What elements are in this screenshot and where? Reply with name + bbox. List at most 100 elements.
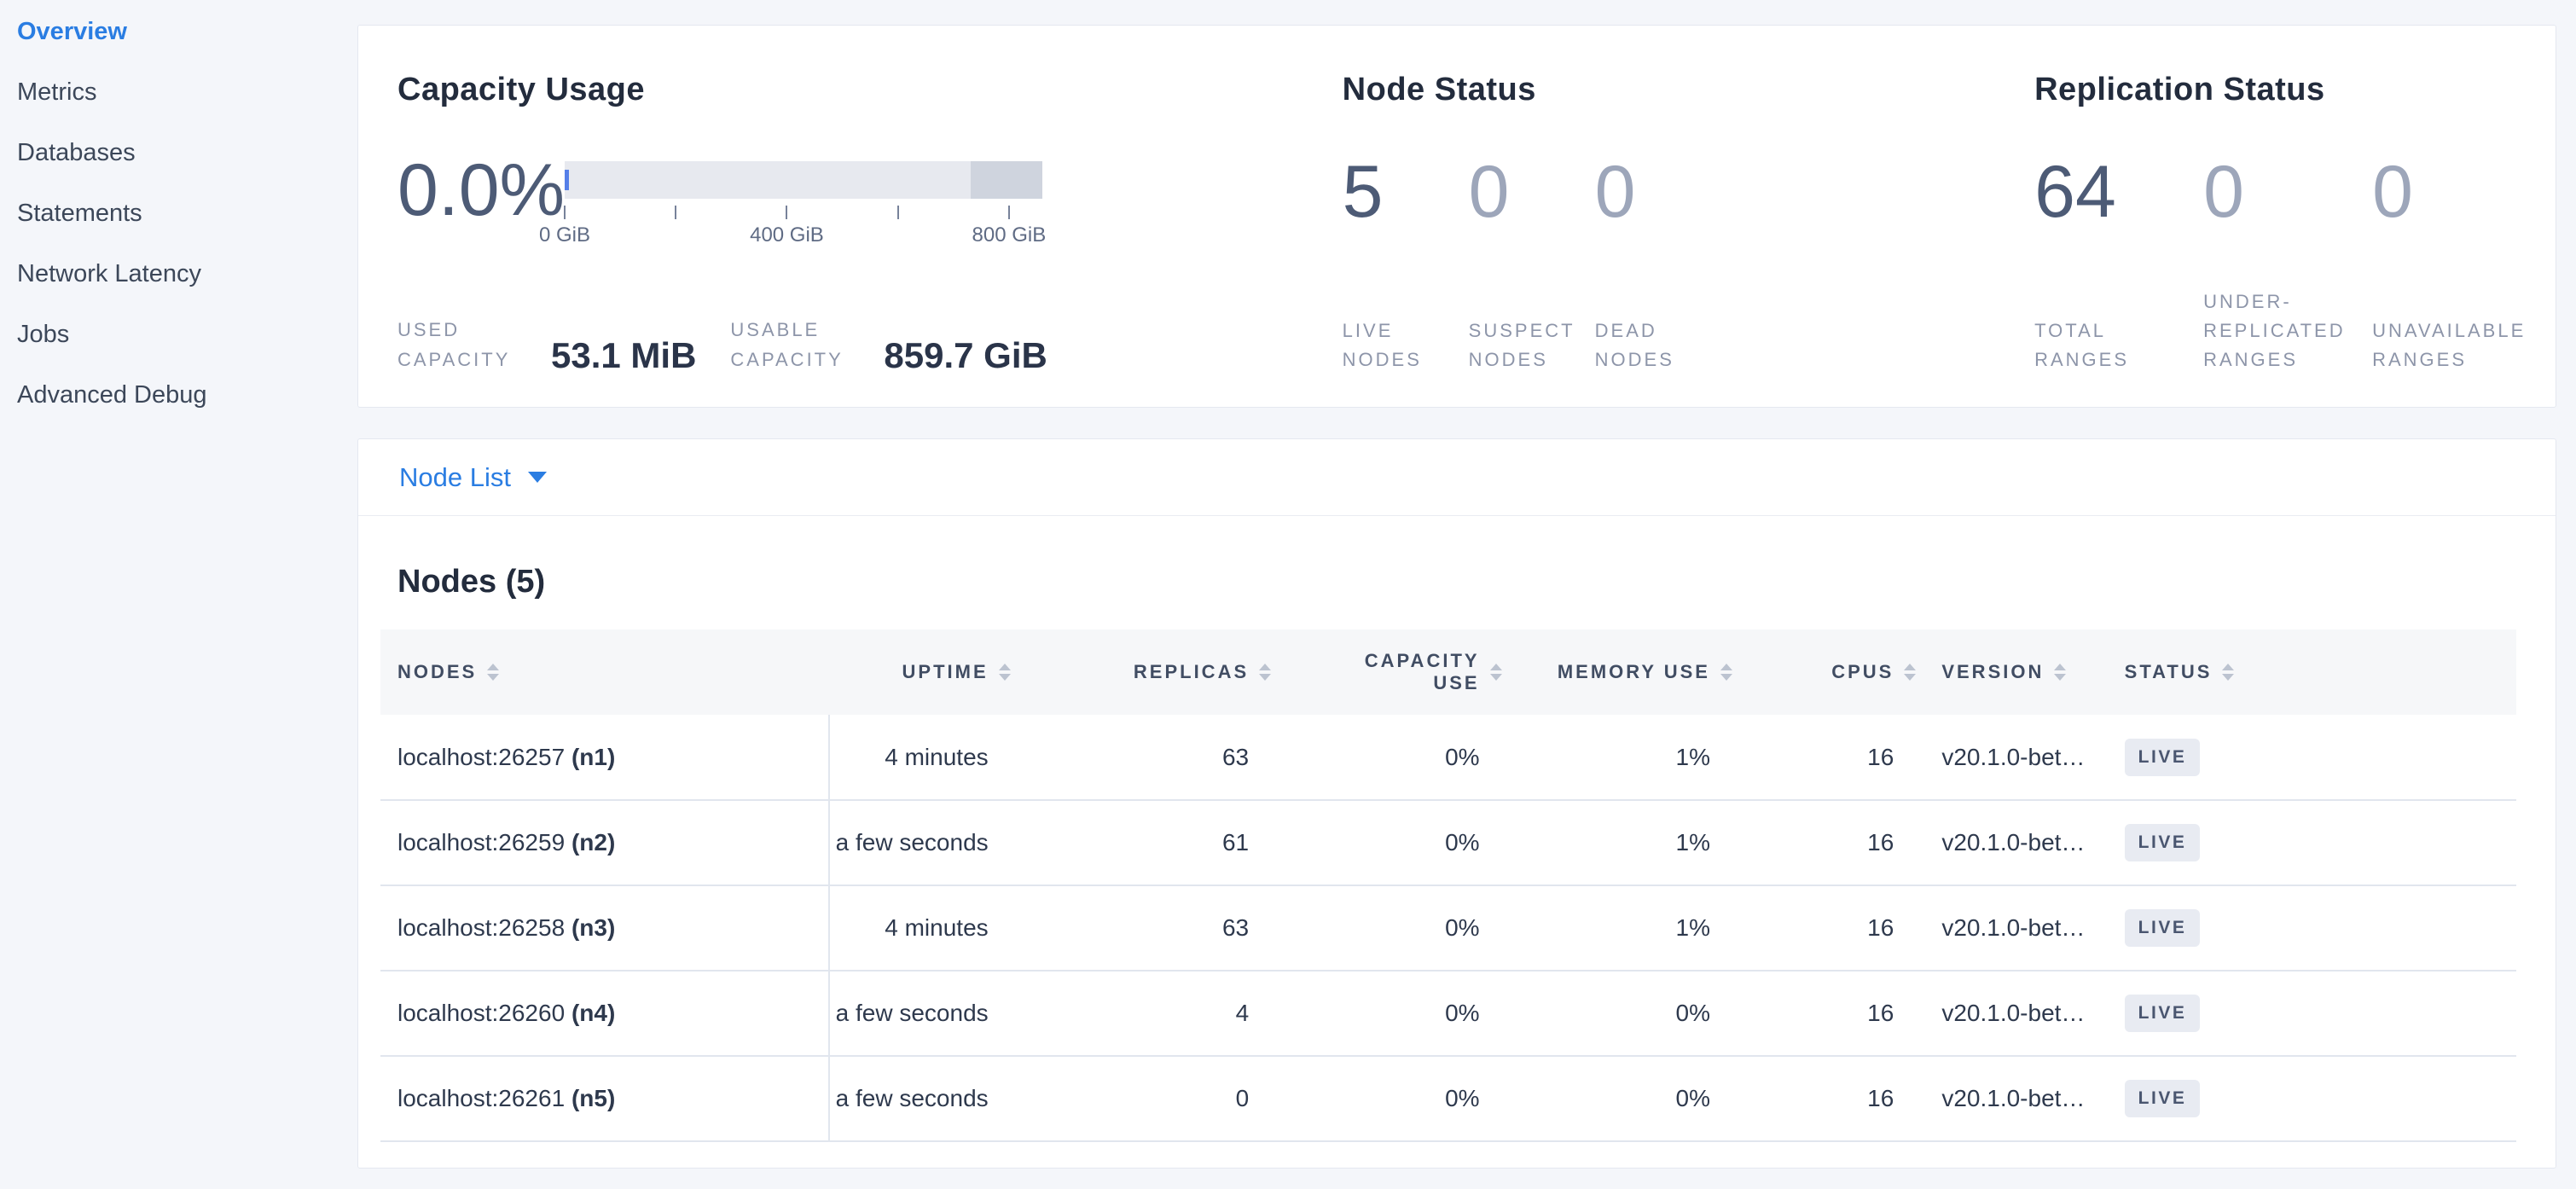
uptime-cell: 4 minutes [829, 885, 1011, 971]
version-cell: v20.1.0-bet… [1916, 800, 2103, 885]
status-badge: LIVE [2125, 739, 2201, 776]
sidebar-item-network-latency[interactable]: Network Latency [0, 244, 357, 304]
table-row[interactable]: localhost:26260 (n4) a few seconds 4 0% … [380, 971, 2516, 1056]
axis-tick [786, 206, 787, 219]
table-row[interactable]: localhost:26257 (n1) 4 minutes 63 0% 1% … [380, 715, 2516, 800]
replicas-cell: 4 [1011, 971, 1271, 1056]
column-header-capacity-use[interactable]: CAPACITY USE [1271, 629, 1501, 715]
uptime-cell: a few seconds [829, 800, 1011, 885]
node-link[interactable]: localhost:26258 (n3) [397, 914, 615, 941]
column-label: CPUS [1831, 661, 1894, 683]
column-label: CAPACITY USE [1352, 650, 1480, 694]
under-replicated-ranges-value: 0 [2203, 158, 2372, 228]
column-header-cpus[interactable]: CPUS [1732, 629, 1916, 715]
live-nodes-label: LIVE NODES [1343, 316, 1469, 374]
column-header-uptime[interactable]: UPTIME [829, 629, 1011, 715]
node-list-dropdown[interactable]: Node List [399, 462, 547, 493]
status-badge: LIVE [2125, 824, 2201, 861]
sort-icon [1490, 664, 1502, 681]
cpus-cell: 16 [1732, 715, 1916, 800]
axis-tick [897, 206, 899, 219]
version-cell: v20.1.0-bet… [1916, 885, 2103, 971]
replicas-cell: 63 [1011, 715, 1271, 800]
memory-use-cell: 1% [1502, 800, 1732, 885]
sort-icon [1720, 664, 1732, 681]
unavailable-ranges-label: UNAVAILABLE RANGES [2372, 316, 2534, 374]
column-header-memory-use[interactable]: MEMORY USE [1502, 629, 1732, 715]
table-row[interactable]: localhost:26259 (n2) a few seconds 61 0%… [380, 800, 2516, 885]
sidebar-item-jobs[interactable]: Jobs [0, 304, 357, 365]
capacity-use-cell: 0% [1271, 800, 1501, 885]
used-capacity-value: 53.1 MiB [551, 338, 696, 374]
column-header-status[interactable]: STATUS [2104, 629, 2516, 715]
column-label: VERSION [1941, 661, 2044, 683]
column-label: UPTIME [902, 661, 989, 683]
column-header-replicas[interactable]: REPLICAS [1011, 629, 1271, 715]
sidebar-item-advanced-debug[interactable]: Advanced Debug [0, 365, 357, 426]
node-list-card-body: Nodes (5) NODES UPTIME REPLICAS CAPACITY… [358, 564, 2556, 1168]
version-cell: v20.1.0-bet… [1916, 971, 2103, 1056]
total-ranges-label: TOTAL RANGES [2034, 316, 2196, 374]
used-capacity-stat: USED CAPACITY 53.1 MiB [397, 315, 696, 374]
suspect-nodes-label: SUSPECT NODES [1469, 316, 1595, 374]
capacity-bar-other-segment [971, 161, 1042, 199]
node-link[interactable]: localhost:26261 (n5) [397, 1085, 615, 1111]
column-label: MEMORY USE [1558, 661, 1710, 683]
sort-icon [1904, 664, 1916, 681]
sort-icon [999, 664, 1011, 681]
cpus-cell: 16 [1732, 971, 1916, 1056]
sidebar-item-databases[interactable]: Databases [0, 123, 357, 183]
node-list-dropdown-label: Node List [399, 462, 511, 493]
column-header-nodes[interactable]: NODES [380, 629, 829, 715]
cpus-cell: 16 [1732, 885, 1916, 971]
replicas-cell: 61 [1011, 800, 1271, 885]
version-cell: v20.1.0-bet… [1916, 1056, 2103, 1141]
replication-status-metrics: 64 TOTAL RANGES 0 UNDER-REPLICATED RANGE… [2034, 158, 2556, 374]
uptime-cell: 4 minutes [829, 715, 1011, 800]
usable-capacity-stat: USABLE CAPACITY 859.7 GiB [730, 315, 1047, 374]
version-cell: v20.1.0-bet… [1916, 715, 2103, 800]
replication-status-section: Replication Status 64 TOTAL RANGES 0 UND… [1995, 26, 2556, 407]
status-badge: LIVE [2125, 1080, 2201, 1117]
replication-status-title: Replication Status [2034, 72, 2556, 108]
memory-use-cell: 1% [1502, 715, 1732, 800]
live-nodes-metric: 5 LIVE NODES [1343, 158, 1469, 374]
node-link[interactable]: localhost:26257 (n1) [397, 744, 615, 770]
uptime-cell: a few seconds [829, 971, 1011, 1056]
sidebar-item-overview[interactable]: Overview [0, 2, 357, 62]
usable-capacity-label: USABLE CAPACITY [730, 315, 860, 374]
node-link[interactable]: localhost:26259 (n2) [397, 829, 615, 856]
dead-nodes-label: DEAD NODES [1595, 316, 1721, 374]
total-ranges-value: 64 [2034, 158, 2203, 228]
node-address: localhost:26260 [397, 1000, 565, 1026]
table-row[interactable]: localhost:26258 (n3) 4 minutes 63 0% 1% … [380, 885, 2516, 971]
cpus-cell: 16 [1732, 1056, 1916, 1141]
sidebar: Overview Metrics Databases Statements Ne… [0, 0, 357, 426]
node-link[interactable]: localhost:26260 (n4) [397, 1000, 615, 1026]
table-row[interactable]: localhost:26261 (n5) a few seconds 0 0% … [380, 1056, 2516, 1141]
live-nodes-value: 5 [1343, 158, 1469, 228]
table-header-row: NODES UPTIME REPLICAS CAPACITY USE MEMOR… [380, 629, 2516, 715]
sidebar-item-statements[interactable]: Statements [0, 183, 357, 244]
capacity-gauge: 0.0% 0 GiB 400 GiB [397, 156, 1303, 249]
sort-icon [1259, 664, 1271, 681]
axis-tick-label: 800 GiB [972, 223, 1047, 247]
column-header-version[interactable]: VERSION [1916, 629, 2103, 715]
capacity-usage-section: Capacity Usage 0.0% [358, 26, 1303, 407]
used-capacity-label: USED CAPACITY [397, 315, 527, 374]
capacity-axis-labels: 0 GiB 400 GiB 800 GiB [565, 223, 1042, 249]
under-replicated-ranges-label: UNDER-REPLICATED RANGES [2203, 287, 2365, 374]
node-list-card: Node List Nodes (5) NODES UPTIME REPLICA… [357, 438, 2556, 1169]
capacity-use-cell: 0% [1271, 971, 1501, 1056]
capacity-use-cell: 0% [1271, 885, 1501, 971]
capacity-use-cell: 0% [1271, 715, 1501, 800]
node-list-card-header: Node List [358, 439, 2556, 516]
sidebar-item-metrics[interactable]: Metrics [0, 62, 357, 123]
node-status-title: Node Status [1343, 72, 1995, 108]
capacity-bar [565, 161, 1042, 199]
nodes-heading: Nodes (5) [397, 564, 2516, 600]
suspect-nodes-metric: 0 SUSPECT NODES [1469, 158, 1595, 374]
axis-tick [675, 206, 676, 219]
capacity-bar-used-marker [565, 170, 569, 191]
total-ranges-metric: 64 TOTAL RANGES [2034, 158, 2203, 374]
